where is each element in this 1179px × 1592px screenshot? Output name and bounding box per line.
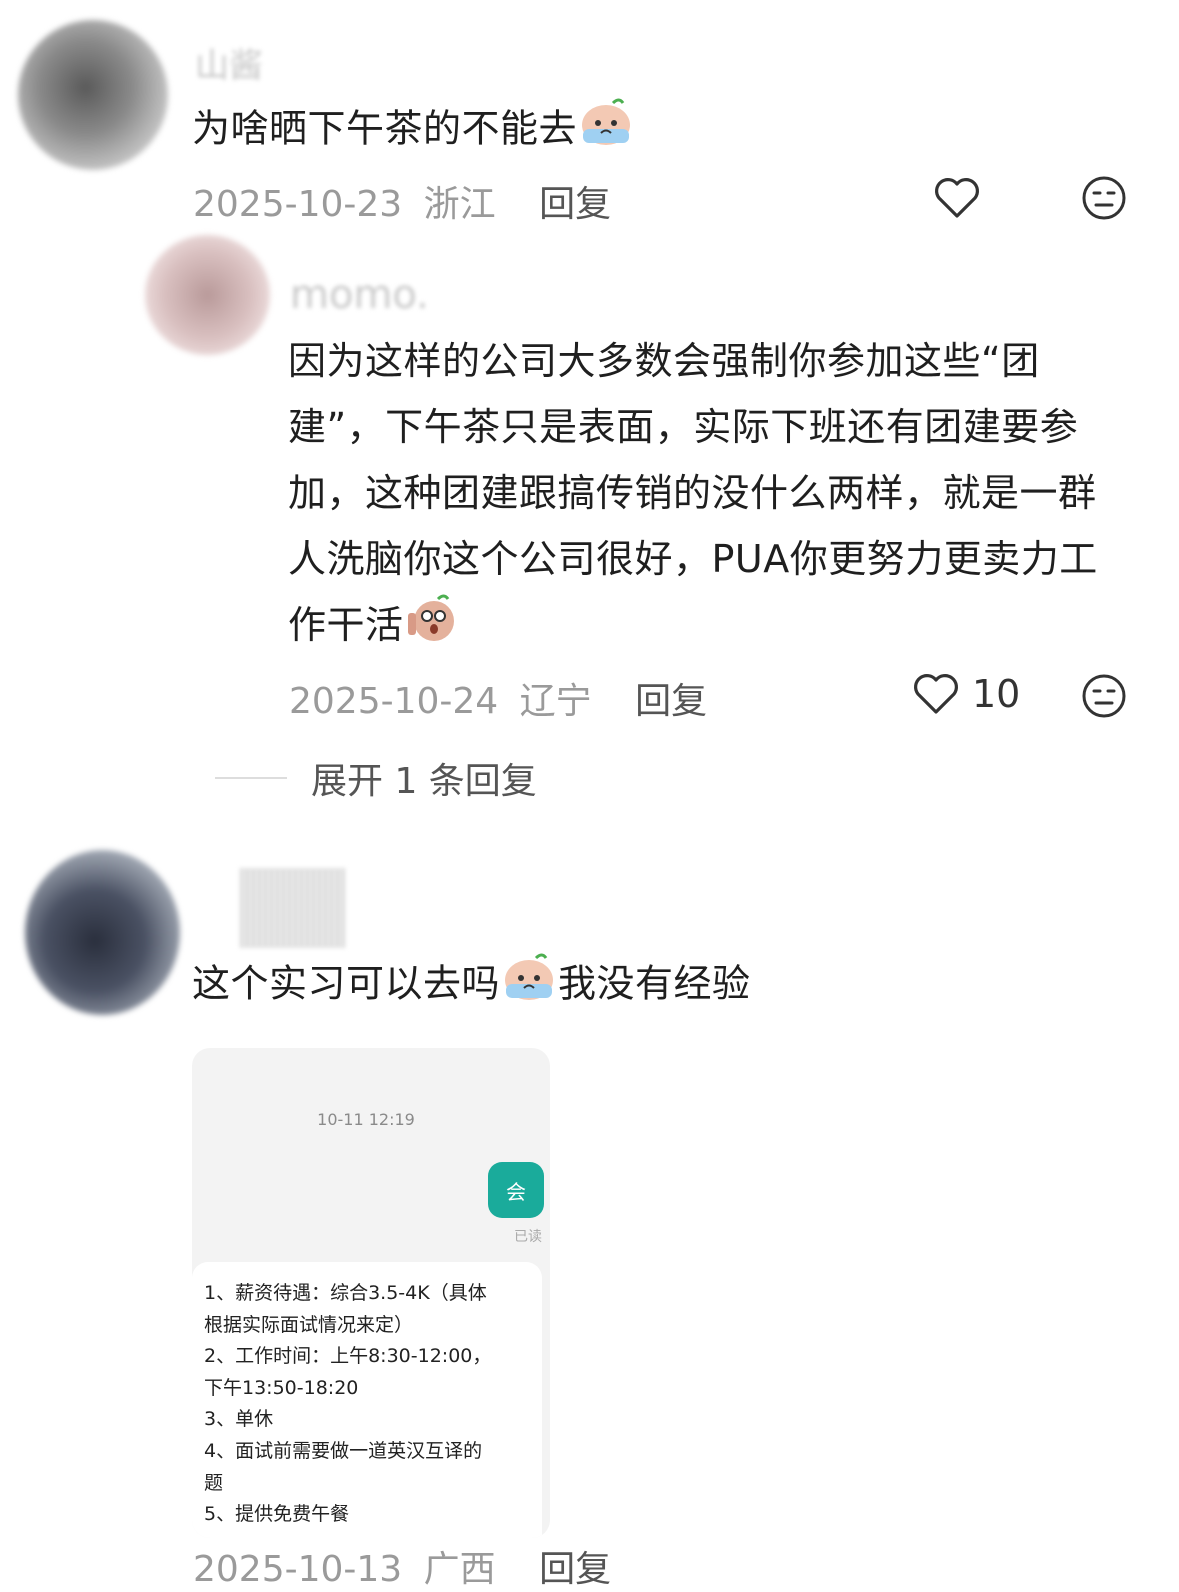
like-button[interactable]	[933, 176, 981, 220]
heart-icon	[914, 674, 958, 714]
message-line: 2、工作时间：上午8:30-12:00，	[204, 1345, 492, 1368]
read-status: 已读	[514, 1229, 542, 1245]
divider	[215, 777, 287, 779]
comment-body-start: 这个实习可以去吗	[192, 961, 501, 1006]
date: 2025-10-23	[193, 184, 403, 225]
chat-timestamp: 10-11 12:19	[317, 1110, 415, 1129]
reply-button[interactable]: 回复	[635, 681, 707, 722]
comment-meta: 2025-10-13 广西 回复	[193, 1540, 611, 1592]
avatar[interactable]	[18, 20, 168, 170]
comment-text: 为啥晒下午茶的不能去	[192, 95, 1092, 167]
comment-meta: 2025-10-24 辽宁 回复	[289, 672, 707, 724]
crying-face-emoji	[500, 950, 558, 1022]
message-lines: 1、薪资待遇：综合3.5-4K（具体 根据实际面试情况来定） 2、工作时间：上午…	[192, 1262, 542, 1531]
message-line: 下午13:50-18:20	[204, 1376, 359, 1399]
dislike-face-icon	[1082, 176, 1126, 220]
username[interactable]: 山酱	[195, 38, 263, 87]
dislike-face-icon	[1082, 674, 1126, 718]
message-card: 1、薪资待遇：综合3.5-4K（具体 根据实际面试情况来定） 2、工作时间：上午…	[192, 1262, 542, 1538]
message-line: 题	[204, 1471, 224, 1494]
date: 2025-10-13	[193, 1549, 403, 1590]
avatar[interactable]	[25, 850, 180, 1015]
like-button[interactable]: 10	[912, 672, 1020, 716]
chat-bubble: 会	[488, 1162, 544, 1218]
expand-replies-label: 展开 1 条回复	[311, 761, 537, 802]
chat-bubble-text: 会	[506, 1179, 526, 1204]
message-line: 根据实际面试情况来定）	[204, 1313, 414, 1336]
comment-body-end: 我没有经验	[558, 961, 751, 1006]
message-line: 3、单休	[204, 1408, 274, 1431]
reply-button[interactable]: 回复	[539, 1549, 611, 1590]
comment-text: 这个实习可以去吗 我没有经验	[192, 950, 1092, 1022]
dislike-button[interactable]	[1080, 174, 1128, 222]
shocked-face-emoji	[404, 593, 460, 663]
comment-body: 为啥晒下午茶的不能去	[192, 106, 578, 151]
location: 辽宁	[519, 681, 592, 722]
avatar[interactable]	[145, 235, 270, 355]
expand-replies[interactable]: 展开 1 条回复	[215, 752, 537, 804]
dislike-button[interactable]	[1080, 672, 1128, 720]
date: 2025-10-24	[289, 681, 499, 722]
username[interactable]: momo.	[290, 272, 429, 318]
message-line: 1、薪资待遇：综合3.5-4K（具体	[204, 1282, 487, 1304]
username-redacted	[240, 868, 345, 948]
message-line: 5、提供免费午餐	[204, 1503, 350, 1526]
reply-button[interactable]: 回复	[539, 184, 611, 225]
comment-meta: 2025-10-23 浙江 回复	[193, 175, 611, 227]
like-count: 10	[972, 672, 1021, 716]
comment-text: 因为这样的公司大多数会强制你参加这些“团建”，下午茶只是表面，实际下班还有团建要…	[288, 328, 1133, 663]
location: 广西	[423, 1549, 496, 1590]
location: 浙江	[423, 184, 496, 225]
message-line: 4、面试前需要做一道英汉互译的	[204, 1439, 483, 1462]
attached-screenshot[interactable]: 10-11 12:19 会 已读 1、薪资待遇：综合3.5-4K（具体 根据实际…	[192, 1048, 550, 1538]
crying-face-emoji	[577, 95, 635, 167]
heart-icon	[935, 178, 979, 218]
